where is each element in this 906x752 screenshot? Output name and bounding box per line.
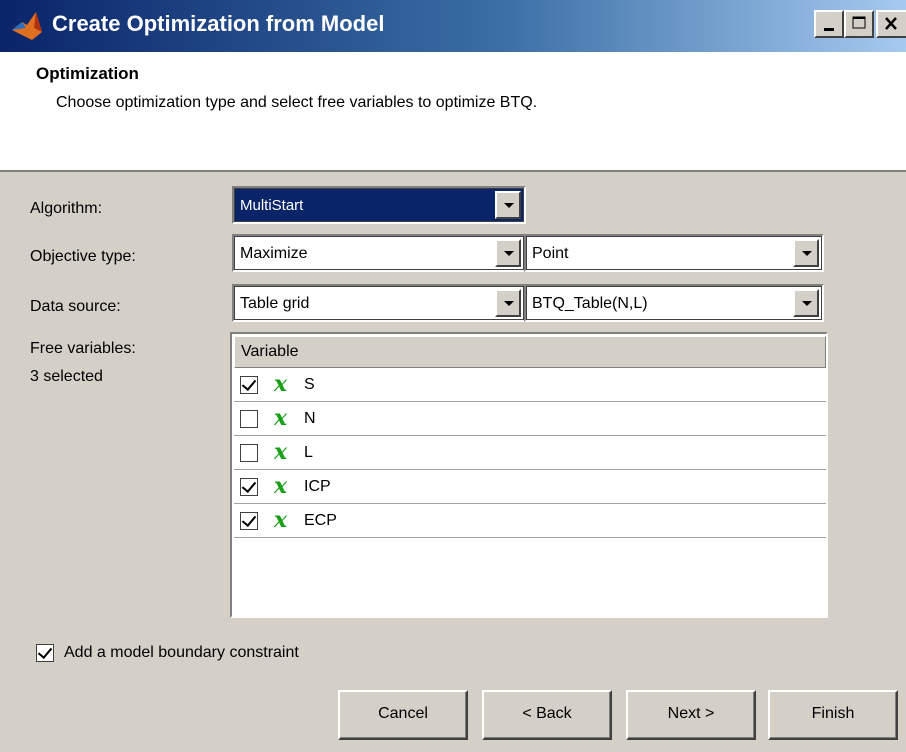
variable-checkbox[interactable]	[240, 376, 258, 394]
free-variables-count: 3 selected	[30, 368, 103, 385]
table-row[interactable]: x S	[234, 368, 826, 402]
boundary-constraint-label[interactable]: Add a model boundary constraint	[64, 644, 299, 662]
boundary-constraint-checkbox[interactable]	[36, 644, 54, 662]
variable-name: ICP	[304, 478, 331, 495]
chevron-down-icon[interactable]	[495, 239, 521, 267]
table-header[interactable]: Variable	[234, 336, 826, 368]
data-source-value: Table grid	[240, 295, 310, 312]
maximize-button[interactable]	[844, 10, 874, 38]
data-source-table-dropdown[interactable]: BTQ_Table(N,L)	[524, 284, 824, 322]
objective-type-value: Maximize	[240, 245, 308, 262]
page-title: Optimization	[36, 64, 139, 83]
maximize-icon	[852, 16, 866, 29]
variable-checkbox[interactable]	[240, 478, 258, 496]
variable-icon: x	[274, 405, 288, 431]
page-description: Choose optimization type and select free…	[56, 94, 538, 111]
variable-icon: x	[274, 371, 288, 397]
chevron-down-icon[interactable]	[495, 289, 521, 317]
window-title: Create Optimization from Model	[52, 11, 385, 36]
variable-name: S	[304, 376, 315, 393]
title-bar[interactable]: Create Optimization from Model	[0, 0, 906, 52]
objective-point-dropdown[interactable]: Point	[524, 234, 824, 272]
free-variables-label: Free variables:	[30, 340, 136, 357]
variable-name: ECP	[304, 512, 337, 529]
cancel-button[interactable]: Cancel	[338, 690, 468, 740]
variable-checkbox[interactable]	[240, 444, 258, 462]
back-button[interactable]: < Back	[482, 690, 612, 740]
dialog-window: Create Optimization from Model Optimizat…	[0, 0, 906, 752]
header-panel: Optimization Choose optimization type an…	[0, 52, 906, 172]
variable-name: L	[304, 444, 313, 461]
objective-type-label: Objective type:	[30, 248, 136, 265]
variable-checkbox[interactable]	[240, 410, 258, 428]
close-icon	[885, 17, 897, 30]
table-row[interactable]: x L	[234, 436, 826, 470]
finish-button[interactable]: Finish	[768, 690, 898, 740]
minimize-icon	[824, 28, 834, 31]
variable-table[interactable]: Variable x S x N x L x ICP x ECP	[230, 332, 828, 618]
chevron-down-icon[interactable]	[793, 289, 819, 317]
chevron-down-icon[interactable]	[793, 239, 819, 267]
algorithm-dropdown[interactable]: MultiStart	[232, 186, 526, 224]
table-row[interactable]: x N	[234, 402, 826, 436]
data-source-dropdown[interactable]: Table grid	[232, 284, 526, 322]
data-source-table-value: BTQ_Table(N,L)	[532, 295, 648, 312]
data-source-label: Data source:	[30, 298, 121, 315]
objective-type-dropdown[interactable]: Maximize	[232, 234, 526, 272]
variable-checkbox[interactable]	[240, 512, 258, 530]
minimize-button[interactable]	[814, 10, 844, 38]
close-button[interactable]	[876, 10, 906, 38]
objective-point-value: Point	[532, 245, 569, 262]
variable-name: N	[304, 410, 316, 427]
next-button[interactable]: Next >	[626, 690, 756, 740]
table-row[interactable]: x ICP	[234, 470, 826, 504]
variable-column-header: Variable	[241, 343, 299, 360]
variable-icon: x	[274, 507, 288, 533]
table-row[interactable]: x ECP	[234, 504, 826, 538]
matlab-icon	[12, 12, 42, 40]
variable-icon: x	[274, 473, 288, 499]
variable-icon: x	[274, 439, 288, 465]
algorithm-label: Algorithm:	[30, 200, 103, 217]
algorithm-value: MultiStart	[240, 197, 304, 214]
chevron-down-icon[interactable]	[495, 191, 521, 219]
